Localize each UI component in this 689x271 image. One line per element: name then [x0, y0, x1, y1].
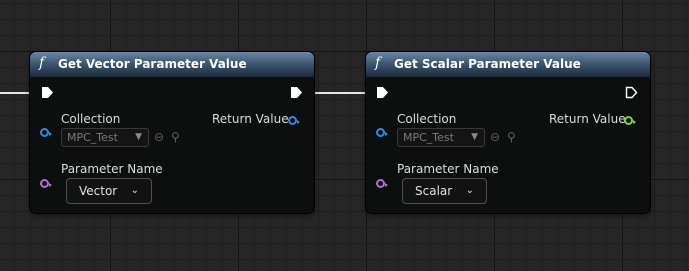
exec-out-pin-icon[interactable]: [290, 86, 303, 99]
exec-wire-between: [307, 92, 375, 94]
return-value-label: Return Value: [212, 112, 289, 126]
parameter-name-label: Parameter Name: [397, 162, 499, 176]
node-title: Get Scalar Parameter Value: [394, 57, 581, 71]
collection-select[interactable]: MPC_Test ▼: [397, 128, 485, 147]
node-header[interactable]: f Get Scalar Parameter Value: [366, 52, 650, 77]
node-header[interactable]: f Get Vector Parameter Value: [30, 52, 314, 77]
exec-in-pin-icon[interactable]: [41, 86, 54, 99]
browse-asset-icon[interactable]: ⚲: [507, 131, 516, 143]
collection-pin-icon[interactable]: [376, 128, 388, 137]
exec-out-pin-icon[interactable]: [625, 86, 638, 99]
chevron-down-icon: ⌄: [465, 185, 474, 196]
exec-wire-in: [0, 92, 34, 94]
parameter-name-dropdown[interactable]: Vector ⌄: [66, 178, 152, 204]
collection-select[interactable]: MPC_Test ▼: [61, 128, 149, 147]
parameter-name-value: Scalar: [415, 184, 453, 198]
node-get-scalar-parameter-value[interactable]: f Get Scalar Parameter Value Collection …: [366, 52, 650, 213]
return-value-pin-icon[interactable]: [288, 116, 300, 125]
collection-value: MPC_Test: [67, 131, 118, 144]
chevron-down-icon: ▼: [471, 132, 478, 142]
exec-in-pin-icon[interactable]: [376, 86, 389, 99]
parameter-name-pin-icon[interactable]: [376, 179, 388, 188]
node-get-vector-parameter-value[interactable]: f Get Vector Parameter Value Collection …: [30, 52, 314, 213]
parameter-name-pin-icon[interactable]: [40, 179, 52, 188]
parameter-name-dropdown[interactable]: Scalar ⌄: [402, 178, 487, 204]
browse-asset-icon[interactable]: ⚲: [171, 131, 180, 143]
collection-label: Collection: [61, 112, 121, 126]
return-value-pin-icon[interactable]: [624, 116, 636, 125]
function-icon: f: [375, 55, 381, 71]
parameter-name-label: Parameter Name: [61, 162, 163, 176]
return-value-label: Return Value: [549, 112, 626, 126]
use-selected-asset-icon[interactable]: ⊖: [490, 131, 500, 143]
chevron-down-icon: ▼: [135, 132, 142, 142]
chevron-down-icon: ⌄: [130, 185, 139, 196]
node-title: Get Vector Parameter Value: [58, 57, 247, 71]
use-selected-asset-icon[interactable]: ⊖: [154, 131, 164, 143]
collection-pin-icon[interactable]: [40, 128, 52, 137]
function-icon: f: [39, 55, 45, 71]
collection-value: MPC_Test: [403, 131, 454, 144]
collection-label: Collection: [397, 112, 457, 126]
parameter-name-value: Vector: [79, 184, 118, 198]
